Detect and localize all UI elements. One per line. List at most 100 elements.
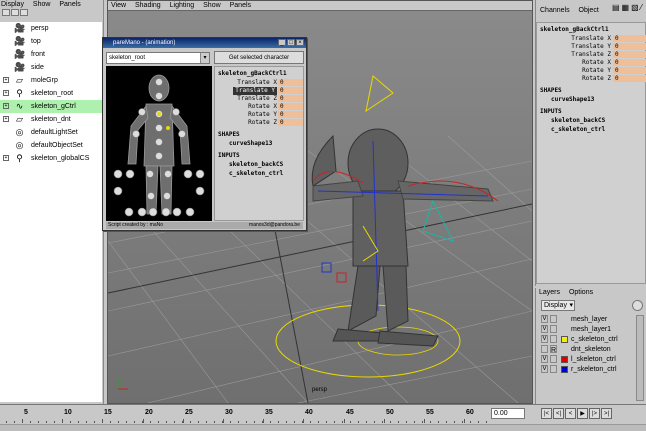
close-icon[interactable]: × [296, 39, 304, 46]
attribute-editor-icon[interactable]: ▦ [622, 3, 632, 12]
picker-input-node[interactable]: c_skeleton_ctrl [215, 169, 303, 178]
layer-display-type-toggle[interactable] [550, 325, 557, 333]
outliner-menu-show[interactable]: Show [33, 1, 51, 8]
channel-label[interactable]: Translate Y [571, 43, 611, 51]
layer-display-type-toggle[interactable] [550, 315, 557, 323]
layer-visibility-toggle[interactable] [541, 345, 548, 353]
expand-toggle-icon[interactable]: + [3, 77, 9, 83]
channel-row[interactable]: Translate Z0 [537, 51, 646, 59]
layer-color-swatch[interactable] [561, 326, 568, 333]
input-node[interactable]: c_skeleton_ctrl [537, 125, 645, 134]
channel-menu-object[interactable]: Object [579, 7, 599, 14]
viewport-menu-show[interactable]: Show [203, 2, 221, 9]
shape-name[interactable]: curveShape13 [537, 95, 645, 104]
channel-object-name[interactable]: skeleton_gBackCtrl1 [537, 23, 645, 35]
outliner-item[interactable]: + ▱ skeleton_dnt [0, 113, 102, 126]
picker-input-node[interactable]: skeleton_backCS [215, 160, 303, 169]
channel-value-field[interactable]: 0 [278, 79, 303, 86]
layer-display-dropdown[interactable]: Display [541, 300, 575, 311]
layer-display-type-toggle[interactable] [550, 355, 557, 363]
outliner-item[interactable]: 🎥 front [0, 48, 102, 61]
outliner-tool-button[interactable] [2, 9, 10, 16]
layer-editor-icon[interactable]: ⁄ [641, 3, 644, 12]
outliner-list[interactable]: 🎥 persp 🎥 top 🎥 front 🎥 side + ▱ moleGrp + ⚲ skeleton… [0, 22, 102, 402]
channel-label[interactable]: Translate X [237, 79, 277, 87]
time-ruler[interactable]: 5 10 15 20 25 30 35 40 45 50 55 60 [2, 406, 490, 423]
tool-settings-icon[interactable]: ▧ [631, 3, 641, 12]
character-select[interactable]: skeleton_root ▾ [106, 52, 210, 64]
viewport-menu-view[interactable]: View [111, 2, 126, 9]
outliner-item[interactable]: 🎥 persp [0, 22, 102, 35]
viewport-menu-lighting[interactable]: Lighting [170, 2, 195, 9]
channel-label[interactable]: Translate Z [237, 95, 277, 103]
channel-label[interactable]: Translate Z [571, 51, 611, 59]
layer-visibility-toggle[interactable]: V [541, 355, 548, 363]
channel-value-field[interactable]: 0 [278, 95, 303, 102]
viewport-menu-panels[interactable]: Panels [230, 2, 251, 9]
channel-label[interactable]: Rotate Z [582, 75, 611, 83]
layer-visibility-toggle[interactable]: V [541, 365, 548, 373]
maximize-icon[interactable]: □ [287, 39, 295, 46]
layer-display-type-toggle[interactable] [550, 365, 557, 373]
layer-visibility-toggle[interactable]: V [541, 335, 548, 343]
layer-display-type-toggle[interactable] [550, 335, 557, 343]
channel-label[interactable]: Rotate Y [582, 67, 611, 75]
layer-color-swatch[interactable] [561, 336, 568, 343]
layer-color-swatch[interactable] [561, 356, 568, 363]
outliner-item[interactable]: 🎥 top [0, 35, 102, 48]
channel-label[interactable]: Translate X [571, 35, 611, 43]
outliner-item[interactable]: + ∿ skeleton_gCtrl [0, 100, 102, 113]
channel-row[interactable]: Rotate Y0 [537, 67, 646, 75]
channel-value-field[interactable]: 0 [613, 43, 646, 50]
picker-object-name[interactable]: skeleton_gBackCtrl1 [215, 67, 303, 79]
channel-label[interactable]: Rotate X [248, 103, 277, 111]
outliner-menu-display[interactable]: Display [1, 1, 24, 8]
channel-row[interactable]: Rotate Z0 [215, 119, 303, 127]
channel-label[interactable]: Translate Y [233, 87, 277, 95]
layer-color-swatch[interactable] [561, 346, 568, 353]
outliner-tool-button[interactable] [11, 9, 19, 16]
layer-row[interactable]: Vr_skeleton_ctrl [539, 365, 636, 375]
layer-row[interactable]: Vmesh_layer1 [539, 325, 636, 335]
channel-row[interactable]: Translate Y0 [215, 87, 303, 95]
outliner-item[interactable]: ◎ defaultObjectSet [0, 139, 102, 152]
channel-value-field[interactable]: 0 [278, 119, 303, 126]
outliner-item[interactable]: + ▱ moleGrp [0, 74, 102, 87]
body-picker-view[interactable] [106, 66, 212, 221]
channel-row[interactable]: Translate Z0 [215, 95, 303, 103]
minimize-icon[interactable]: _ [278, 39, 286, 46]
channel-label[interactable]: Rotate Y [248, 111, 277, 119]
channel-value-field[interactable]: 0 [278, 111, 303, 118]
play-icon[interactable]: ▶ [577, 408, 588, 419]
expand-toggle-icon[interactable]: + [3, 116, 9, 122]
layer-row[interactable]: Rdnt_skeleton [539, 345, 636, 355]
layer-display-type-toggle[interactable]: R [550, 345, 557, 354]
channel-value-field[interactable]: 0 [278, 87, 303, 94]
outliner-menu-panels[interactable]: Panels [59, 1, 80, 8]
layer-row[interactable]: Vc_skeleton_ctrl [539, 335, 636, 345]
channel-value-field[interactable]: 0 [613, 35, 646, 42]
channel-box-icon[interactable]: ▤ [612, 3, 622, 12]
step-back-key-icon[interactable]: <| [553, 408, 564, 419]
layers-menu-options[interactable]: Options [569, 289, 593, 296]
channel-row[interactable]: Rotate X0 [537, 59, 646, 67]
channel-row[interactable]: Rotate X0 [215, 103, 303, 111]
channel-value-field[interactable]: 0 [278, 103, 303, 110]
outliner-item[interactable]: + ⚲ skeleton_globalCS [0, 152, 102, 165]
picker-shape-name[interactable]: curveShape13 [215, 139, 303, 148]
channel-row[interactable]: Translate Y0 [537, 43, 646, 51]
get-selected-character-button[interactable]: Get selected character [214, 51, 304, 64]
go-to-start-icon[interactable]: |< [541, 408, 552, 419]
layer-scrollbar[interactable] [636, 315, 644, 401]
channel-row[interactable]: Rotate Z0 [537, 75, 646, 83]
outliner-item[interactable]: + ⚲ skeleton_root [0, 87, 102, 100]
channel-value-field[interactable]: 0 [613, 67, 646, 74]
layer-color-swatch[interactable] [561, 316, 568, 323]
channel-value-field[interactable]: 0 [613, 59, 646, 66]
outliner-item[interactable]: 🎥 side [0, 61, 102, 74]
current-frame-field[interactable]: 0.00 [491, 408, 525, 419]
picker-title-bar[interactable]: pareMano - (animation) _ □ × [103, 38, 306, 48]
expand-toggle-icon[interactable]: + [3, 90, 9, 96]
layer-row[interactable]: Vl_skeleton_ctrl [539, 355, 636, 365]
channel-row[interactable]: Translate X0 [215, 79, 303, 87]
